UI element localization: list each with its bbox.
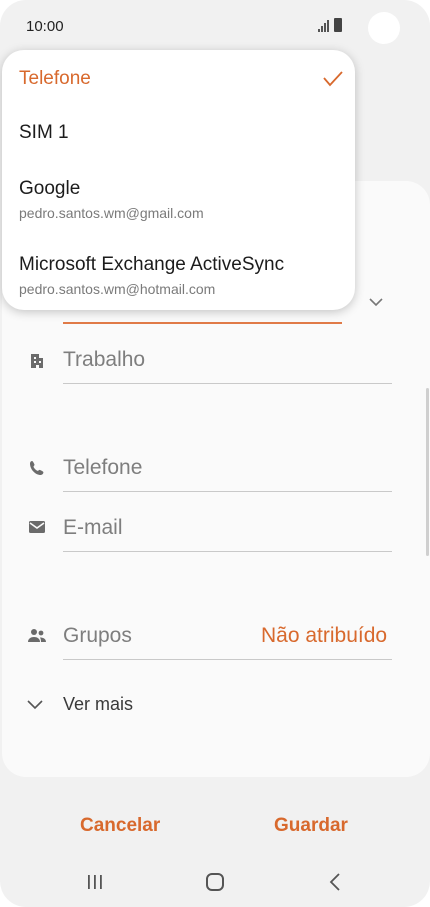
building-icon xyxy=(31,354,43,368)
back-icon[interactable] xyxy=(328,872,342,892)
signal-icon xyxy=(318,20,330,32)
status-time: 10:00 xyxy=(26,18,64,35)
work-underline xyxy=(63,383,392,384)
phone-screen: 10:00 Trabalho Telefone E-mail Grupos Nã… xyxy=(0,0,430,907)
phone-input[interactable]: Telefone xyxy=(63,456,142,480)
option-title: Microsoft Exchange ActiveSync xyxy=(19,254,285,275)
email-underline xyxy=(63,551,392,552)
option-title: Google xyxy=(19,178,81,199)
option-title: Telefone xyxy=(19,68,91,89)
scrollbar[interactable] xyxy=(426,388,429,556)
check-icon xyxy=(323,71,343,87)
groups-value[interactable]: Não atribuído xyxy=(261,624,387,648)
chevron-down-icon xyxy=(27,700,43,710)
account-dropdown: Telefone SIM 1 Google pedro.santos.wm@gm… xyxy=(2,50,355,310)
see-more-label[interactable]: Ver mais xyxy=(63,694,133,715)
group-icon xyxy=(28,629,46,642)
battery-icon xyxy=(334,18,342,32)
groups-label: Grupos xyxy=(63,624,132,647)
recent-apps-icon[interactable] xyxy=(85,874,105,890)
save-button[interactable]: Guardar xyxy=(274,815,348,837)
phone-icon xyxy=(30,461,44,475)
status-bar: 10:00 xyxy=(0,0,430,56)
option-title: SIM 1 xyxy=(19,122,69,143)
mail-icon xyxy=(29,521,45,533)
email-input[interactable]: E-mail xyxy=(63,516,123,540)
work-input[interactable]: Trabalho xyxy=(63,348,145,372)
option-subtitle: pedro.santos.wm@hotmail.com xyxy=(19,281,216,297)
account-field-underline xyxy=(63,322,342,324)
phone-underline xyxy=(63,491,392,492)
groups-underline xyxy=(63,659,392,660)
chevron-down-icon[interactable] xyxy=(368,296,384,308)
option-subtitle: pedro.santos.wm@gmail.com xyxy=(19,205,204,221)
cancel-button[interactable]: Cancelar xyxy=(80,815,160,837)
home-icon[interactable] xyxy=(206,873,224,891)
camera-cutout xyxy=(368,12,400,44)
